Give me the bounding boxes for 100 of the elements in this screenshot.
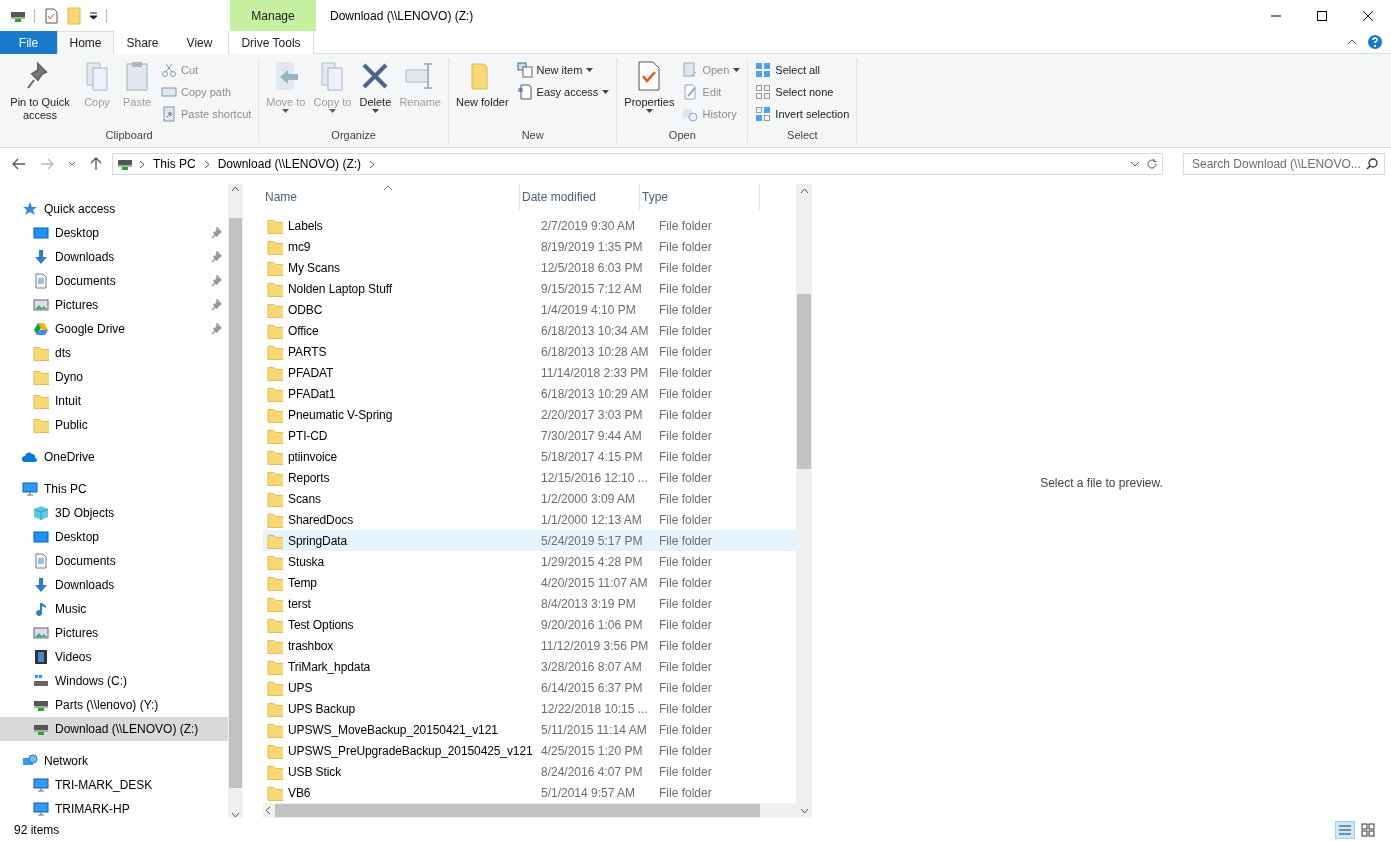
- file-name: Pneumatic V-Spring: [288, 407, 393, 422]
- type-cell-text: File folder: [659, 659, 713, 674]
- file-row[interactable]: PTI-CD 7/30/2017 9:44 AM File folder: [263, 425, 796, 446]
- file-row[interactable]: mc9 8/19/2019 1:35 PM File folder: [263, 236, 796, 257]
- file-name: UPS: [288, 680, 313, 695]
- file-name: Labels: [288, 218, 323, 233]
- nav-item[interactable]: TRIMARK-HP: [0, 797, 228, 818]
- file-row[interactable]: Stuska 1/29/2015 4:28 PM File folder: [263, 551, 796, 572]
- file-row[interactable]: My Scans 12/5/2018 6:03 PM File folder: [263, 257, 796, 278]
- file-row[interactable]: UPSWS_MoveBackup_20150421_v121 5/11/2015 11:14 AM File folder: [263, 719, 796, 740]
- file-row[interactable]: SpringData 5/24/2019 5:17 PM File folder: [263, 530, 796, 551]
- nav-item[interactable]: This PC: [0, 477, 228, 501]
- nav-item[interactable]: Quick access: [0, 197, 228, 221]
- nav-item[interactable]: Download (\\LENOVO) (Z:): [0, 717, 228, 741]
- nav-item[interactable]: OneDrive: [0, 445, 228, 469]
- column-header[interactable]: Date modified: [520, 184, 640, 210]
- ribbon-button[interactable]: Properties: [621, 58, 678, 129]
- folder-icon: [267, 784, 283, 801]
- file-row[interactable]: Pneumatic V-Spring 2/20/2017 3:03 PM File folder: [263, 404, 796, 425]
- file-name: TriMark_hpdata: [288, 659, 371, 674]
- nav-item[interactable]: Pictures: [0, 293, 228, 317]
- folder-icon: [267, 511, 283, 528]
- search-field[interactable]: Search Download (\\LENOVO...: [1183, 153, 1385, 175]
- nav-item[interactable]: Desktop: [0, 221, 228, 245]
- file-row[interactable]: TriMark_hpdata 3/28/2016 8:07 AM File folder: [263, 656, 796, 677]
- nav-item[interactable]: Desktop: [0, 525, 228, 549]
- nav-item[interactable]: Windows (C:): [0, 669, 228, 693]
- column-header[interactable]: Type: [640, 184, 760, 210]
- file-row[interactable]: terst 8/4/2013 3:19 PM File folder: [263, 593, 796, 614]
- file-row[interactable]: Labels 2/7/2019 9:30 AM File folder: [263, 215, 796, 236]
- nav-item[interactable]: Dyno: [0, 365, 228, 389]
- nav-item[interactable]: Downloads: [0, 245, 228, 269]
- file-row[interactable]: Scans 1/2/2000 3:09 AM File folder: [263, 488, 796, 509]
- large-icons-view-icon: [1359, 820, 1377, 839]
- nav-item[interactable]: 3D Objects: [0, 501, 228, 525]
- nav-item[interactable]: Videos: [0, 645, 228, 669]
- file-row[interactable]: ODBC 1/4/2019 4:10 PM File folder: [263, 299, 796, 320]
- file-row[interactable]: UPS 6/14/2015 6:37 PM File folder: [263, 677, 796, 698]
- ribbon-tab[interactable]: Drive Tools: [228, 31, 314, 54]
- scroll-thumb[interactable]: [275, 804, 760, 817]
- preview-message: Select a file to preview.: [1040, 476, 1163, 490]
- nav-item[interactable]: Documents: [0, 269, 228, 293]
- scrollbar[interactable]: [796, 184, 812, 818]
- file-row[interactable]: VB6 5/1/2014 9:57 AM File folder: [263, 782, 796, 803]
- scroll-thumb[interactable]: [797, 294, 811, 469]
- file-row[interactable]: Test Options 9/20/2016 1:06 PM File folder: [263, 614, 796, 635]
- date-cell-text: 1/1/2000 12:13 AM: [541, 512, 643, 527]
- new-item-icon: [516, 62, 533, 78]
- breadcrumb[interactable]: Download (\\LENOVO) (Z:): [215, 157, 364, 171]
- file-row[interactable]: Reports 12/15/2016 12:10 ... File folder: [263, 467, 796, 488]
- file-row[interactable]: Temp 4/20/2015 11:07 AM File folder: [263, 572, 796, 593]
- file-row[interactable]: ptiinvoice 5/18/2017 4:15 PM File folder: [263, 446, 796, 467]
- scrollbar[interactable]: [228, 184, 243, 818]
- file-row[interactable]: PFADAT 11/14/2018 2:33 PM File folder: [263, 362, 796, 383]
- nav-item[interactable]: Parts (\\lenovo) (Y:): [0, 693, 228, 717]
- nav-item[interactable]: Music: [0, 597, 228, 621]
- ribbon-button[interactable]: Select all: [752, 60, 853, 80]
- breadcrumb[interactable]: This PC: [151, 157, 198, 171]
- cube-icon: [33, 505, 49, 521]
- address-bar[interactable]: This PC Download (\\LENOVO) (Z:): [112, 153, 1163, 175]
- ribbon-button[interactable]: Invert selection: [752, 104, 853, 124]
- help-icon: [1367, 34, 1383, 50]
- column-header[interactable]: Name: [263, 184, 520, 210]
- file-row[interactable]: PARTS 6/18/2013 10:28 AM File folder: [263, 341, 796, 362]
- ribbon-group-label: Open: [667, 129, 697, 143]
- file-row[interactable]: SharedDocs 1/1/2000 12:13 AM File folder: [263, 509, 796, 530]
- file-name: terst: [288, 596, 311, 611]
- folder-icon: [267, 742, 283, 759]
- nav-item[interactable]: Documents: [0, 549, 228, 573]
- ribbon-button[interactable]: Delete: [356, 58, 395, 129]
- file-row[interactable]: PFADat1 6/18/2013 10:29 AM File folder: [263, 383, 796, 404]
- ribbon-tab[interactable]: Home: [57, 31, 114, 54]
- nav-item[interactable]: Public: [0, 413, 228, 437]
- nav-item[interactable]: Google Drive: [0, 317, 228, 341]
- file-row[interactable]: trashbox 11/12/2019 3:56 PM File folder: [263, 635, 796, 656]
- scroll-thumb[interactable]: [229, 218, 242, 788]
- ribbon-button[interactable]: Easy access: [513, 82, 613, 102]
- nav-item[interactable]: TRI-MARK_DESK: [0, 773, 228, 797]
- folder-icon: [33, 345, 49, 361]
- ribbon-button[interactable]: Pin to Quick access: [4, 58, 76, 129]
- date-cell-text: 5/24/2019 5:17 PM: [541, 533, 644, 548]
- ribbon-tab[interactable]: File: [0, 31, 57, 54]
- nav-item[interactable]: Downloads: [0, 573, 228, 597]
- file-row[interactable]: UPSWS_PreUpgradeBackup_20150425_v121 4/25/2015 1:20 PM File folder: [263, 740, 796, 761]
- file-name: Scans: [288, 491, 321, 506]
- ribbon-button[interactable]: Select none: [752, 82, 853, 102]
- horizontal-scrollbar[interactable]: [263, 803, 796, 818]
- nav-item[interactable]: dts: [0, 341, 228, 365]
- file-row[interactable]: USB Stick 8/24/2016 4:07 PM File folder: [263, 761, 796, 782]
- desktop-icon: [33, 529, 49, 545]
- file-row[interactable]: UPS Backup 12/22/2018 10:15 ... File folder: [263, 698, 796, 719]
- nav-item[interactable]: Pictures: [0, 621, 228, 645]
- ribbon-button[interactable]: New item: [513, 60, 613, 80]
- nav-item[interactable]: Network: [0, 749, 228, 773]
- folder-icon: [267, 406, 283, 423]
- file-row[interactable]: Nolden Laptop Stuff 9/15/2015 7:12 AM File folder: [263, 278, 796, 299]
- file-row[interactable]: Office 6/18/2013 10:34 AM File folder: [263, 320, 796, 341]
- file-name: ODBC: [288, 302, 323, 317]
- ribbon-button[interactable]: New folder: [452, 58, 512, 129]
- nav-item[interactable]: Intuit: [0, 389, 228, 413]
